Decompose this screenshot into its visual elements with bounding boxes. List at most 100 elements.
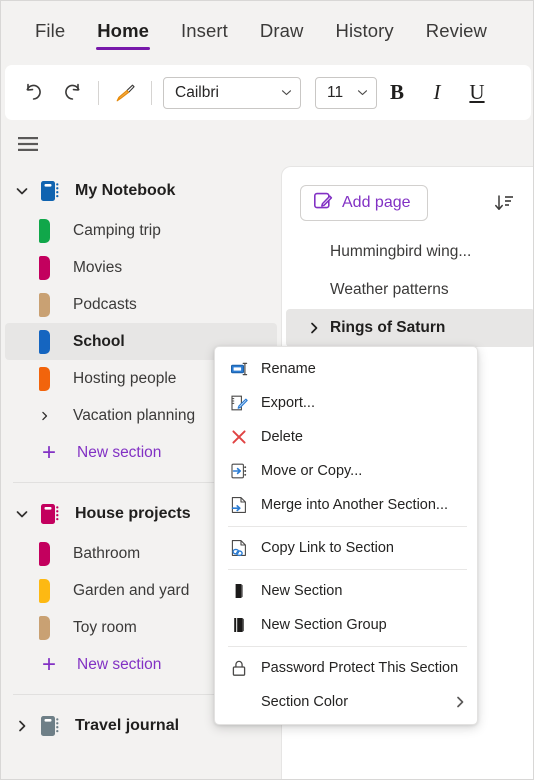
section-color-swatch — [39, 255, 50, 280]
chevron-down-icon — [281, 87, 292, 98]
ribbon-tab-draw[interactable]: Draw — [244, 14, 320, 52]
rename-icon — [228, 358, 250, 380]
section-label: Vacation planning — [73, 406, 196, 424]
new-section-icon — [228, 580, 250, 602]
page-label: Hummingbird wing... — [330, 243, 472, 260]
notebook-title: Travel journal — [75, 717, 180, 734]
ribbon-tab-insert[interactable]: Insert — [165, 14, 244, 52]
new-section-label: New section — [77, 444, 162, 461]
sidebar-section-movies[interactable]: Movies — [5, 249, 277, 286]
format-painter-button[interactable] — [106, 74, 144, 112]
ribbon-tab-history[interactable]: History — [319, 14, 409, 52]
context-menu-item-rename[interactable]: Rename — [215, 352, 477, 386]
onenote-window: File Home Insert Draw History Review Cai… — [0, 0, 534, 780]
undo-button[interactable] — [15, 74, 53, 112]
section-label: Garden and yard — [73, 581, 190, 599]
context-menu-label: Copy Link to Section — [261, 540, 394, 556]
notebook-title: My Notebook — [75, 182, 176, 199]
font-family-value: Cailbri — [175, 83, 219, 101]
sidebar-section-podcasts[interactable]: Podcasts — [5, 286, 277, 323]
copy-link-icon — [228, 537, 250, 559]
section-label: Podcasts — [73, 295, 137, 313]
chevron-down-icon — [9, 501, 35, 527]
context-menu-item-new-section[interactable]: New Section — [215, 574, 477, 608]
notebook-icon — [37, 178, 63, 204]
page-list-item[interactable]: Rings of Saturn — [286, 309, 533, 347]
section-label: Movies — [73, 258, 123, 276]
notebook-icon — [37, 501, 63, 527]
section-color-swatch — [39, 541, 50, 566]
lock-icon — [228, 657, 250, 679]
section-color-swatch — [39, 329, 50, 354]
export-icon — [228, 392, 250, 414]
sidebar-section-camping-trip[interactable]: Camping trip — [5, 212, 277, 249]
sort-descending-icon — [495, 195, 513, 210]
notebook-title: House projects — [75, 505, 191, 522]
section-color-swatch — [39, 366, 50, 391]
context-menu-label: Password Protect This Section — [261, 660, 459, 676]
section-color-swatch — [39, 292, 50, 317]
notebook-header-my-notebook[interactable]: My Notebook — [1, 170, 283, 212]
section-label: Camping trip — [73, 221, 161, 239]
move-or-copy-icon — [228, 460, 250, 482]
context-menu-item-new-section-group[interactable]: New Section Group — [215, 608, 477, 642]
page-list-item[interactable]: Hummingbird wing... — [286, 233, 533, 271]
section-label: Bathroom — [73, 544, 141, 562]
context-menu-label: Section Color — [261, 694, 349, 710]
ribbon-tab-review[interactable]: Review — [410, 14, 503, 52]
underline-button[interactable]: U — [457, 74, 497, 112]
redo-button[interactable] — [53, 74, 91, 112]
context-menu-label: Delete — [261, 429, 303, 445]
section-label: Hosting people — [73, 369, 177, 387]
sort-pages-button[interactable] — [487, 186, 521, 220]
page-panel-toolbar: Add page — [282, 167, 533, 221]
font-family-select[interactable]: Cailbri — [163, 76, 301, 109]
context-menu-label: New Section Group — [261, 617, 387, 633]
merge-section-icon — [228, 494, 250, 516]
page-label: Rings of Saturn — [330, 319, 446, 336]
page-list-item[interactable]: Weather patterns — [286, 271, 533, 309]
context-menu-separator — [228, 526, 467, 527]
section-label: School — [73, 332, 125, 350]
toolbar-divider-2 — [151, 80, 152, 105]
context-menu-label: Rename — [261, 361, 316, 377]
ribbon-tab-bar: File Home Insert Draw History Review — [1, 1, 533, 65]
italic-button[interactable]: I — [417, 74, 457, 112]
context-menu-item-export[interactable]: Export... — [215, 386, 477, 420]
font-size-select[interactable]: 11 — [315, 76, 377, 109]
chevron-down-icon — [9, 178, 35, 204]
font-size-value: 11 — [327, 83, 344, 101]
context-menu-separator — [228, 569, 467, 570]
context-menu-label: Export... — [261, 395, 315, 411]
page-label: Weather patterns — [330, 281, 449, 298]
context-menu-item-merge-into-another-section[interactable]: Merge into Another Section... — [215, 488, 477, 522]
chevron-right-icon — [9, 713, 35, 739]
context-menu-item-delete[interactable]: Delete — [215, 420, 477, 454]
section-context-menu: Rename Export... Delete Move or Copy... Merg… — [214, 346, 478, 725]
page-list: Hummingbird wing... Weather patterns Rings… — [282, 233, 533, 347]
section-label: Toy room — [73, 618, 137, 636]
ribbon-tab-file[interactable]: File — [19, 14, 81, 52]
context-menu-item-password-protect-this-section[interactable]: Password Protect This Section — [215, 651, 477, 685]
new-section-group-icon — [228, 614, 250, 636]
formatting-toolbar: Cailbri 11 B I U — [5, 65, 531, 120]
format-painter-icon — [116, 84, 135, 101]
context-menu-label: New Section — [261, 583, 343, 599]
context-menu-item-copy-link-to-section[interactable]: Copy Link to Section — [215, 531, 477, 565]
chevron-right-icon — [453, 695, 467, 709]
context-menu-item-section-color[interactable]: Section Color — [215, 685, 477, 719]
ribbon-tab-home[interactable]: Home — [81, 14, 165, 52]
new-section-label: New section — [77, 656, 162, 673]
section-color-swatch — [39, 578, 50, 603]
chevron-right-icon — [39, 404, 50, 428]
chevron-right-icon — [306, 321, 322, 335]
navigation-toggle-button[interactable] — [12, 129, 44, 159]
chevron-down-icon — [357, 87, 368, 98]
menu-icon-spacer — [228, 691, 250, 713]
new-page-icon — [313, 191, 333, 216]
context-menu-label: Merge into Another Section... — [261, 497, 448, 513]
add-page-button[interactable]: Add page — [300, 185, 428, 221]
add-page-label: Add page — [342, 194, 411, 211]
bold-button[interactable]: B — [377, 74, 417, 112]
context-menu-item-move-or-copy[interactable]: Move or Copy... — [215, 454, 477, 488]
